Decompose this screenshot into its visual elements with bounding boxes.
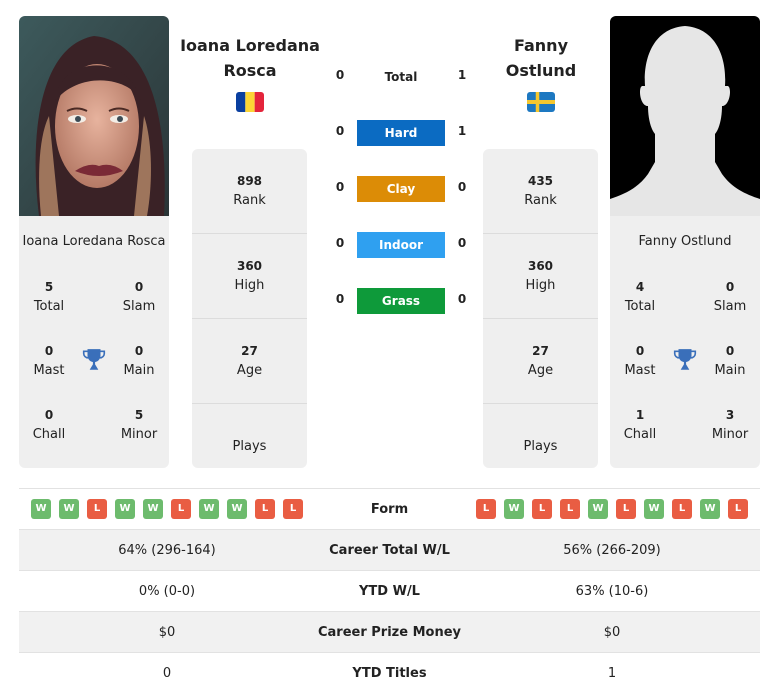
player1-name-heading[interactable]: Ioana Loredana Rosca <box>175 33 325 83</box>
form-loss-badge[interactable]: L <box>616 499 636 519</box>
form-win-badge[interactable]: W <box>143 499 163 519</box>
ytd-titles-label: YTD Titles <box>352 666 427 681</box>
form-row: WWLWWLWWLL Form LWLLWLWLWL <box>19 489 760 530</box>
ytd-wl-label: YTD W/L <box>359 583 420 599</box>
form-loss-badge[interactable]: L <box>672 499 692 519</box>
form-win-badge[interactable]: W <box>199 499 219 519</box>
player2-ytd-wl: 63% (10-6) <box>575 583 649 599</box>
player2-plays: Plays <box>523 438 558 454</box>
prize-money-label: Career Prize Money <box>317 624 461 640</box>
player1-age: 27 Age <box>192 319 307 404</box>
form-loss-badge[interactable]: L <box>560 499 580 519</box>
ytd-wl-row: 0% (0-0) YTD W/L 63% (10-6) <box>19 571 760 612</box>
h2h-indoor-p2: 0 <box>457 236 467 250</box>
player2-titles-total: 4 Total <box>624 280 656 314</box>
player2-career-wl: 56% (266-209) <box>563 542 661 558</box>
form-loss-badge[interactable]: L <box>255 499 275 519</box>
h2h-total-label: Total <box>384 70 418 84</box>
player2-stats: 435 Rank 360 High 27 Age Plays <box>483 149 598 468</box>
career-wl-row: 64% (296-164) Career Total W/L 56% (266-… <box>19 530 760 571</box>
player1-stats: 898 Rank 360 High 27 Age Plays <box>192 149 307 468</box>
h2h-total-p1: 0 <box>335 68 345 82</box>
player2-card-name: Fanny Ostlund <box>638 234 732 249</box>
player2-rank: 435 Rank <box>483 149 598 234</box>
player1-titles-chall: 0 Chall <box>32 408 66 442</box>
form-win-badge[interactable]: W <box>115 499 135 519</box>
prize-money-row: $0 Career Prize Money $0 <box>19 612 760 653</box>
player1-titles-slam: 0 Slam <box>122 280 156 314</box>
form-label: Form <box>370 501 409 517</box>
player1-prize-money: $0 <box>158 624 176 640</box>
sweden-flag-icon <box>527 92 555 112</box>
h2h-hard-p1: 0 <box>335 124 345 138</box>
surface-hard-label[interactable]: Hard <box>357 120 445 146</box>
player1-titles-mast: 0 Mast <box>33 344 65 378</box>
trophy-icon <box>673 349 697 370</box>
form-win-badge[interactable]: W <box>227 499 247 519</box>
player1-card-name: Ioana Loredana Rosca <box>22 234 166 249</box>
player2-silhouette-photo[interactable] <box>610 16 760 216</box>
comparison-table: WWLWWLWWLL Form LWLLWLWLWL 64% (296-164)… <box>19 488 760 694</box>
player1-ytd-titles: 0 <box>162 666 172 681</box>
form-loss-badge[interactable]: L <box>532 499 552 519</box>
surface-grass-label[interactable]: Grass <box>357 288 445 314</box>
form-loss-badge[interactable]: L <box>171 499 191 519</box>
form-loss-badge[interactable]: L <box>283 499 303 519</box>
h2h-grass-p1: 0 <box>335 292 345 306</box>
h2h-grass-p2: 0 <box>457 292 467 306</box>
player1-titles-minor: 5 Minor <box>120 408 158 442</box>
career-wl-label: Career Total W/L <box>329 542 450 558</box>
form-win-badge[interactable]: W <box>700 499 720 519</box>
h2h-clay-p2: 0 <box>457 180 467 194</box>
form-win-badge[interactable]: W <box>504 499 524 519</box>
h2h-hard-p2: 1 <box>457 124 467 138</box>
player2-titles-mast: 0 Mast <box>624 344 656 378</box>
player1-titles-total: 5 Total <box>33 280 65 314</box>
player2-card: Fanny Ostlund 4 Total 0 Slam 0 Mast 0 Ma… <box>610 16 760 468</box>
player2-form: LWLLWLWLWL <box>464 499 760 519</box>
player2-titles-main: 0 Main <box>714 344 746 378</box>
player2-titles-chall: 1 Chall <box>623 408 657 442</box>
h2h-clay-p1: 0 <box>335 180 345 194</box>
player1-card: Ioana Loredana Rosca 5 Total 0 Slam 0 Ma… <box>19 16 169 468</box>
form-loss-badge[interactable]: L <box>87 499 107 519</box>
player1-photo[interactable] <box>19 16 169 216</box>
player1-high: 360 High <box>192 234 307 319</box>
surface-clay-label[interactable]: Clay <box>357 176 445 202</box>
form-win-badge[interactable]: W <box>59 499 79 519</box>
player1-career-wl: 64% (296-164) <box>118 542 216 558</box>
trophy-icon <box>82 349 106 370</box>
player2-prize-money: $0 <box>603 624 621 640</box>
player1-plays: Plays <box>232 438 267 454</box>
romania-flag-icon <box>236 92 264 112</box>
ytd-titles-row: 0 YTD Titles 1 <box>19 653 760 694</box>
player1-titles-main: 0 Main <box>123 344 155 378</box>
player1-ytd-wl: 0% (0-0) <box>138 583 196 599</box>
player2-name-heading[interactable]: Fanny Ostlund <box>466 33 616 83</box>
player2-age: 27 Age <box>483 319 598 404</box>
form-loss-badge[interactable]: L <box>728 499 748 519</box>
player2-titles-slam: 0 Slam <box>713 280 747 314</box>
player2-high: 360 High <box>483 234 598 319</box>
surface-indoor-label[interactable]: Indoor <box>357 232 445 258</box>
form-win-badge[interactable]: W <box>31 499 51 519</box>
player2-titles-minor: 3 Minor <box>711 408 749 442</box>
player2-ytd-titles: 1 <box>607 666 617 681</box>
player1-rank: 898 Rank <box>192 149 307 234</box>
player1-form: WWLWWLWWLL <box>19 499 315 519</box>
form-loss-badge[interactable]: L <box>476 499 496 519</box>
form-win-badge[interactable]: W <box>588 499 608 519</box>
form-win-badge[interactable]: W <box>644 499 664 519</box>
h2h-indoor-p1: 0 <box>335 236 345 250</box>
